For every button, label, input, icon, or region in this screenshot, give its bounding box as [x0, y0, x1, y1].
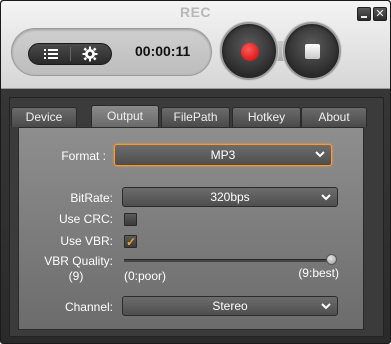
format-value: MP3 — [210, 148, 236, 162]
chevron-down-icon — [321, 303, 331, 310]
format-label: Format : — [61, 149, 106, 163]
control-pill: 00:00:11 — [11, 28, 212, 76]
channel-select[interactable]: Stereo — [122, 296, 338, 316]
channel-value: Stereo — [212, 299, 248, 313]
vbr-max-label: (9:best) — [298, 266, 339, 280]
tab-device[interactable]: Device — [11, 107, 77, 127]
record-icon — [241, 43, 259, 61]
list-icon[interactable] — [43, 47, 59, 61]
format-select[interactable]: MP3 — [114, 144, 332, 166]
checkmark-icon: ✓ — [126, 235, 137, 249]
gear-icon[interactable] — [82, 46, 98, 62]
window-title: REC — [179, 4, 212, 20]
record-button[interactable] — [220, 22, 278, 80]
rec-window: REC ✕ 00:00:11 Device Output FilePath Ho… — [0, 0, 391, 344]
tab-filepath[interactable]: FilePath — [161, 107, 230, 127]
pill-divider — [70, 47, 71, 61]
tab-hotkey[interactable]: Hotkey — [232, 107, 301, 127]
chevron-down-icon — [315, 151, 325, 158]
channel-label: Channel: — [64, 300, 113, 314]
stop-button[interactable] — [283, 22, 341, 80]
use-vbr-checkbox[interactable]: ✓ — [124, 235, 137, 249]
vbr-quality-slider-handle[interactable] — [326, 254, 337, 265]
vbr-quality-label: VBR Quality: — [44, 254, 113, 268]
vbr-min-label: (0:poor) — [124, 269, 167, 283]
use-vbr-label: Use VBR: — [60, 234, 113, 248]
tab-about[interactable]: About — [301, 107, 367, 127]
bitrate-label: BitRate: — [70, 191, 113, 205]
recorder-panel: REC ✕ 00:00:11 — [1, 1, 390, 89]
stop-icon — [305, 44, 320, 59]
tab-output[interactable]: Output — [91, 105, 159, 127]
pill-buttons — [28, 43, 112, 65]
tab-bar: Device Output FilePath Hotkey About — [11, 105, 367, 127]
minimize-button[interactable] — [357, 7, 371, 21]
elapsed-timer: 00:00:11 — [135, 43, 191, 59]
use-crc-checkbox[interactable] — [124, 213, 137, 226]
bitrate-select[interactable]: 320bps — [122, 187, 338, 207]
chevron-down-icon — [321, 194, 331, 201]
vbr-quality-value: (9) — [68, 269, 84, 283]
use-crc-label: Use CRC: — [58, 212, 113, 226]
close-button[interactable]: ✕ — [373, 7, 387, 21]
vbr-quality-slider[interactable] — [124, 259, 334, 262]
bitrate-value: 320bps — [210, 190, 250, 204]
